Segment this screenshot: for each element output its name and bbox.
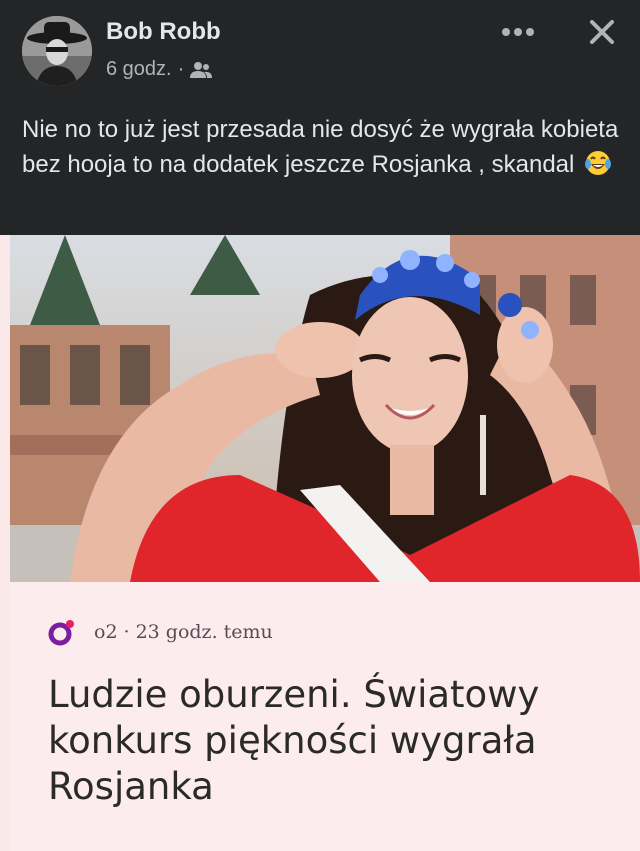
friends-icon [190, 61, 213, 78]
article-time: 23 godz. temu [135, 621, 273, 643]
article-headline[interactable]: Ludzie oburzeni. Światowy konkurs piękno… [48, 672, 638, 810]
close-icon [590, 20, 614, 44]
more-options-button[interactable] [496, 14, 540, 50]
o2-logo-icon [48, 620, 74, 646]
avatar[interactable] [22, 16, 92, 86]
tears-of-joy-emoji [585, 151, 612, 175]
author-name[interactable]: Bob Robb [106, 18, 221, 46]
more-dots-icon [502, 28, 534, 36]
post-caption: Nie no to już jest przesada nie dosyć że… [22, 112, 622, 182]
post-header: Bob Robb 6 godz. · [0, 0, 640, 100]
avatar-image [22, 16, 92, 86]
article-source: o2 [94, 621, 118, 643]
close-button[interactable] [580, 12, 624, 52]
shared-screenshot[interactable]: o2 · 23 godz. temu Ludzie oburzeni. Świa… [0, 235, 640, 851]
post-time[interactable]: 6 godz. [106, 58, 172, 81]
caption-text: Nie no to już jest przesada nie dosyć że… [22, 116, 619, 178]
article-card[interactable]: o2 · 23 godz. temu Ludzie oburzeni. Świa… [10, 582, 640, 851]
article-separator: · [123, 621, 130, 643]
meta-separator: · [177, 58, 185, 80]
article-photo [10, 235, 640, 582]
facebook-post: Bob Robb 6 godz. · Nie no to już jest pr… [0, 0, 640, 851]
photo-illustration [10, 235, 640, 582]
article-source-row: o2 · 23 godz. temu [48, 618, 273, 646]
post-meta: 6 godz. · [106, 58, 213, 81]
